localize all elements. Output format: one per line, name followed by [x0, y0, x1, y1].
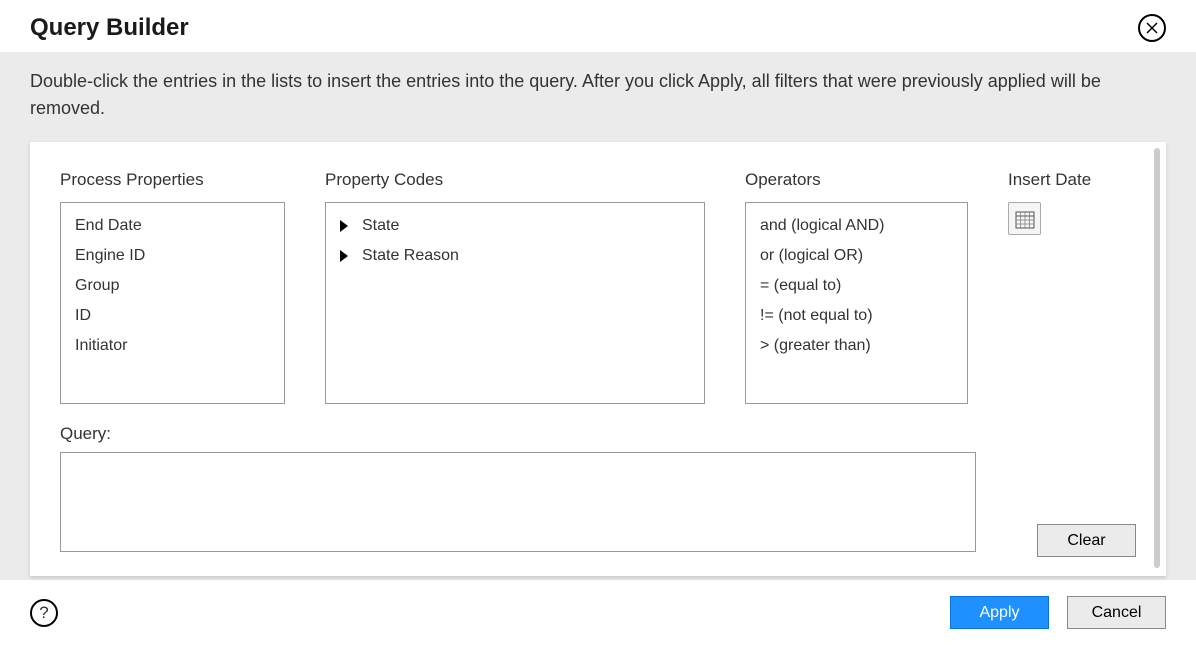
- instructions-text: Double-click the entries in the lists to…: [30, 68, 1166, 122]
- caret-right-icon: [340, 250, 348, 262]
- help-button[interactable]: ?: [30, 599, 58, 627]
- list-item[interactable]: Initiator: [61, 331, 284, 361]
- operators-list[interactable]: and (logical AND) or (logical OR) = (equ…: [745, 202, 968, 404]
- process-properties-header: Process Properties: [60, 170, 285, 190]
- apply-button[interactable]: Apply: [950, 596, 1049, 629]
- caret-right-icon: [340, 220, 348, 232]
- close-button[interactable]: [1138, 14, 1166, 42]
- clear-button[interactable]: Clear: [1037, 524, 1136, 557]
- page-title: Query Builder: [30, 14, 189, 42]
- list-item[interactable]: [746, 361, 967, 391]
- panel-scrollbar[interactable]: [1154, 148, 1160, 568]
- operators-header: Operators: [745, 170, 968, 190]
- list-item[interactable]: or (logical OR): [746, 241, 967, 271]
- help-icon: ?: [39, 603, 48, 623]
- calendar-icon: [1015, 209, 1035, 229]
- tree-item[interactable]: State: [326, 211, 704, 241]
- list-item[interactable]: = (equal to): [746, 271, 967, 301]
- property-codes-header: Property Codes: [325, 170, 705, 190]
- list-item[interactable]: Group: [61, 271, 284, 301]
- list-item[interactable]: [61, 361, 284, 391]
- query-label: Query:: [60, 424, 1001, 444]
- list-item[interactable]: Engine ID: [61, 241, 284, 271]
- tree-item-label: State Reason: [362, 247, 459, 265]
- list-item[interactable]: and (logical AND): [746, 211, 967, 241]
- list-item[interactable]: ID: [61, 301, 284, 331]
- tree-item-label: State: [362, 217, 399, 235]
- property-codes-list[interactable]: State State Reason: [325, 202, 705, 404]
- query-input[interactable]: [60, 452, 976, 552]
- builder-panel: Process Properties End Date Engine ID Gr…: [30, 142, 1166, 576]
- cancel-button[interactable]: Cancel: [1067, 596, 1166, 629]
- tree-item[interactable]: State Reason: [326, 241, 704, 271]
- list-item[interactable]: > (greater than): [746, 331, 967, 361]
- list-item[interactable]: End Date: [61, 211, 284, 241]
- close-icon: [1146, 22, 1158, 34]
- process-properties-list[interactable]: End Date Engine ID Group ID Initiator: [60, 202, 285, 404]
- insert-date-header: Insert Date: [1008, 170, 1108, 190]
- insert-date-button[interactable]: [1008, 202, 1041, 235]
- list-item[interactable]: != (not equal to): [746, 301, 967, 331]
